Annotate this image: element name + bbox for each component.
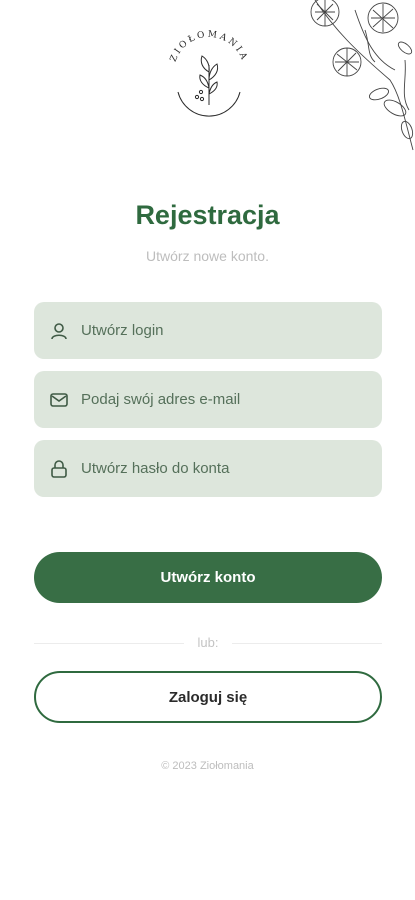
login-input[interactable] (81, 322, 351, 339)
mail-icon (49, 390, 69, 410)
email-field[interactable] (34, 371, 382, 428)
herb-logo-icon: ZIOŁOMANIA (169, 30, 250, 117)
login-field[interactable] (34, 302, 382, 359)
page-title: Rejestracja (135, 200, 280, 230)
or-divider: lub: (34, 633, 382, 653)
brand-name: ZIOŁOMANIA (169, 30, 247, 64)
divider-line-right (232, 643, 382, 644)
login-button[interactable]: Zaloguj się (34, 671, 382, 723)
page-subtitle: Utwórz nowe konto. (146, 248, 269, 264)
brand-logo: ZIOŁOMANIA (164, 20, 254, 125)
svg-text:ZIOŁOMANIA: ZIOŁOMANIA (169, 30, 250, 64)
password-input[interactable] (81, 460, 351, 477)
lock-icon (49, 459, 69, 479)
botanical-decoration (310, 0, 414, 151)
footer-copyright: © 2023 Ziołomania (161, 760, 254, 772)
email-input[interactable] (81, 391, 351, 408)
user-icon (49, 321, 69, 341)
password-field[interactable] (34, 440, 382, 497)
create-account-button[interactable]: Utwórz konto (34, 552, 382, 603)
